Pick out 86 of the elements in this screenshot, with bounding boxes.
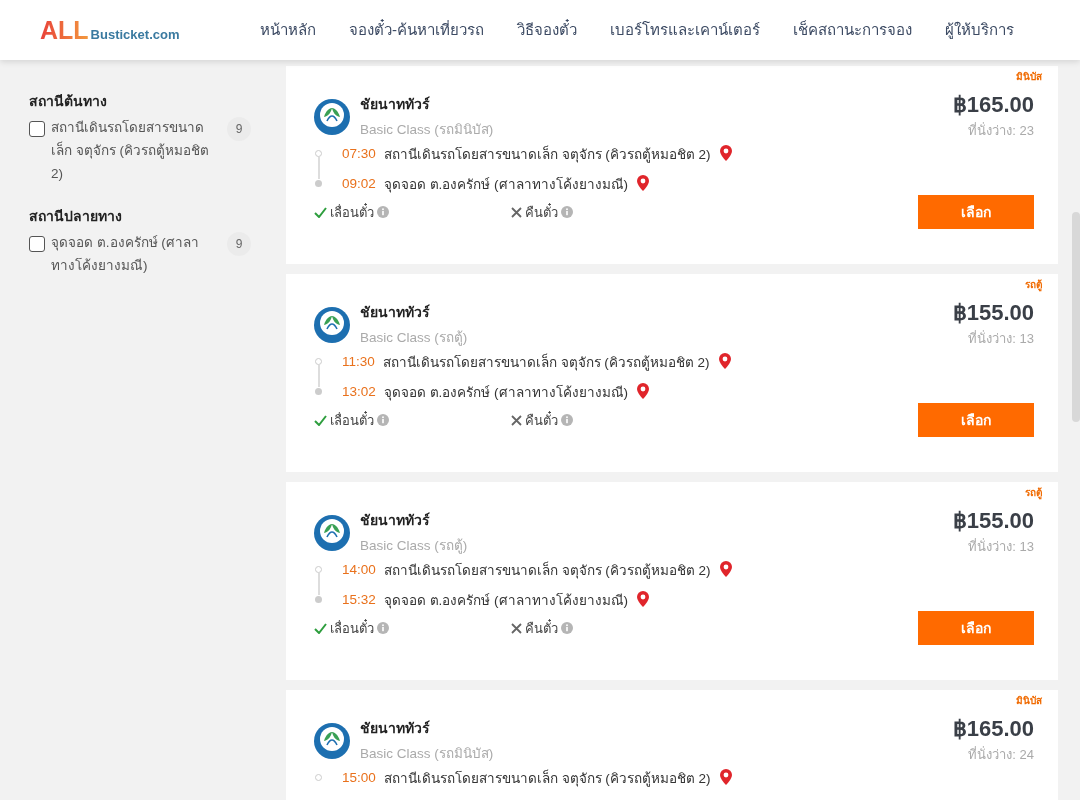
cross-icon xyxy=(511,206,522,218)
info-icon[interactable] xyxy=(377,622,389,634)
operator-name: ชัยนาททัวร์ xyxy=(360,303,431,322)
nav-link[interactable]: วิธีจองตั๋ว xyxy=(517,18,577,42)
operator-logo-icon xyxy=(314,98,350,135)
seats-available: ที่นั่งว่าง: 23 xyxy=(967,121,1034,140)
stop-name: สถานีเดินรถโดยสารขนาดเล็ก จตุจักร (คิวรถตู้หมอชิต 2) xyxy=(383,768,711,789)
cross-icon xyxy=(511,622,522,634)
class-label: Basic Class (รถตู้) xyxy=(360,329,468,348)
operator-name: ชัยนาททัวร์ xyxy=(360,719,431,738)
price: ฿165.00 xyxy=(952,92,1034,118)
class-label: Basic Class (รถมินิบัส) xyxy=(360,745,494,763)
price: ฿155.00 xyxy=(952,300,1034,326)
timeline-dot-icon xyxy=(315,596,322,603)
operator-name: ชัยนาททัวร์ xyxy=(360,511,431,530)
vehicle-tag: รถตู้ xyxy=(1025,485,1042,500)
seats-available: ที่นั่งว่าง: 13 xyxy=(967,537,1034,556)
timeline-circle-icon xyxy=(315,150,322,157)
price: ฿165.00 xyxy=(952,716,1034,742)
info-icon[interactable] xyxy=(377,206,389,218)
operator-logo-icon xyxy=(314,722,350,759)
stop-time: 11:30 xyxy=(342,354,375,369)
stop-time: 15:00 xyxy=(342,770,376,785)
filter-heading: สถานีปลายทาง xyxy=(29,207,123,226)
class-label: Basic Class (รถตู้) xyxy=(360,537,468,556)
operator-logo-icon xyxy=(314,514,350,551)
timeline-dot-icon xyxy=(315,180,322,187)
vehicle-tag: มินิบัส xyxy=(1016,69,1042,84)
check-icon xyxy=(314,622,327,634)
filter-heading: สถานีต้นทาง xyxy=(29,92,108,111)
nav-link[interactable]: จองตั๋ว-ค้นหาเที่ยวรถ xyxy=(349,18,484,42)
policy-label: เลื่อนตั๋ว xyxy=(330,410,374,430)
stop-time: 15:32 xyxy=(342,592,376,607)
map-pin-icon xyxy=(636,382,651,401)
logo-text[interactable]: Busticket.com xyxy=(90,26,180,42)
info-icon[interactable] xyxy=(377,414,389,426)
map-pin-icon xyxy=(636,174,651,193)
cross-icon xyxy=(511,414,522,426)
timeline-dot-icon xyxy=(315,388,322,395)
nav-link[interactable]: เช็คสถานะการจอง xyxy=(793,18,912,42)
policy-label: คืนตั๋ว xyxy=(525,202,558,222)
timeline-circle-icon xyxy=(315,566,322,573)
timeline-circle-icon xyxy=(315,358,322,365)
scrollbar-thumb[interactable] xyxy=(1072,212,1080,422)
map-pin-icon xyxy=(718,768,733,787)
nav-link[interactable]: หน้าหลัก xyxy=(260,18,316,42)
timeline-circle-icon xyxy=(315,774,322,781)
info-icon[interactable] xyxy=(561,414,573,426)
count-badge: 9 xyxy=(227,117,251,141)
policy-label: เลื่อนตั๋ว xyxy=(330,618,374,638)
info-icon[interactable] xyxy=(561,622,573,634)
nav-link[interactable]: ผู้ให้บริการ xyxy=(945,18,1014,42)
vehicle-tag: มินิบัส xyxy=(1016,693,1042,708)
stop-name: จุดจอด ต.องครักษ์ (ศาลาทางโค้งยางมณี) xyxy=(383,383,629,403)
policy-label: คืนตั๋ว xyxy=(525,618,558,638)
stop-name: สถานีเดินรถโดยสารขนาดเล็ก จตุจักร (คิวรถตู้หมอชิต 2) xyxy=(383,560,711,581)
seats-available: ที่นั่งว่าง: 24 xyxy=(967,745,1034,764)
check-icon xyxy=(314,414,327,426)
stop-time: 09:02 xyxy=(342,176,376,191)
stop-time: 07:30 xyxy=(342,146,376,161)
price: ฿155.00 xyxy=(952,508,1034,534)
stop-name: จุดจอด ต.องครักษ์ (ศาลาทางโค้งยางมณี) xyxy=(383,591,629,611)
checkbox[interactable] xyxy=(29,236,45,252)
filter-option-label[interactable]: จุดจอด ต.องครักษ์ (ศาลาทางโค้งยางมณี) xyxy=(51,231,221,277)
stop-time: 14:00 xyxy=(342,562,376,577)
filter-option-label[interactable]: สถานีเดินรถโดยสารขนาดเล็ก จตุจักร (คิวรถตู้หมอชิต 2) xyxy=(51,116,221,185)
policy-label: เลื่อนตั๋ว xyxy=(330,202,374,222)
policy-label: คืนตั๋ว xyxy=(525,410,558,430)
map-pin-icon xyxy=(717,352,732,371)
stop-time: 13:02 xyxy=(342,384,376,399)
map-pin-icon xyxy=(636,590,651,609)
stop-name: จุดจอด ต.องครักษ์ (ศาลาทางโค้งยางมณี) xyxy=(383,175,629,195)
class-label: Basic Class (รถมินิบัส) xyxy=(360,121,494,139)
operator-logo-icon xyxy=(314,306,350,343)
info-icon[interactable] xyxy=(561,206,573,218)
map-pin-icon xyxy=(718,144,733,163)
count-badge: 9 xyxy=(227,232,251,256)
nav-link[interactable]: เบอร์โทรและเคาน์เตอร์ xyxy=(610,18,760,42)
stop-name: สถานีเดินรถโดยสารขนาดเล็ก จตุจักร (คิวรถตู้หมอชิต 2) xyxy=(383,144,711,165)
checkbox[interactable] xyxy=(29,121,45,137)
vehicle-tag: รถตู้ xyxy=(1025,277,1042,292)
seats-available: ที่นั่งว่าง: 13 xyxy=(967,329,1034,348)
map-pin-icon xyxy=(718,560,733,579)
check-icon xyxy=(314,206,327,218)
operator-name: ชัยนาททัวร์ xyxy=(360,95,431,114)
stop-name: สถานีเดินรถโดยสารขนาดเล็ก จตุจักร (คิวรถตู้หมอชิต 2) xyxy=(382,352,710,373)
